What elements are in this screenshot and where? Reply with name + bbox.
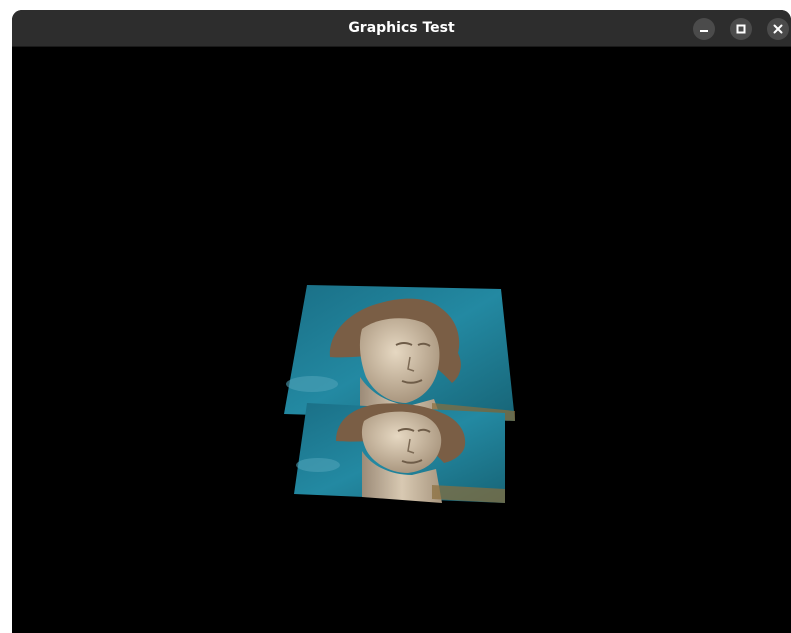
close-icon <box>773 24 783 34</box>
close-button[interactable] <box>767 18 789 40</box>
app-window: Graphics Test <box>12 10 791 633</box>
window-title: Graphics Test <box>348 20 455 36</box>
lower-quad <box>294 403 505 503</box>
maximize-button[interactable] <box>730 18 752 40</box>
maximize-icon <box>736 24 746 34</box>
minimize-button[interactable] <box>693 18 715 40</box>
upper-quad <box>284 285 515 421</box>
render-canvas[interactable] <box>12 47 791 633</box>
scene-svg <box>284 285 515 503</box>
title-bar[interactable]: Graphics Test <box>12 10 791 47</box>
minimize-icon <box>700 30 708 32</box>
